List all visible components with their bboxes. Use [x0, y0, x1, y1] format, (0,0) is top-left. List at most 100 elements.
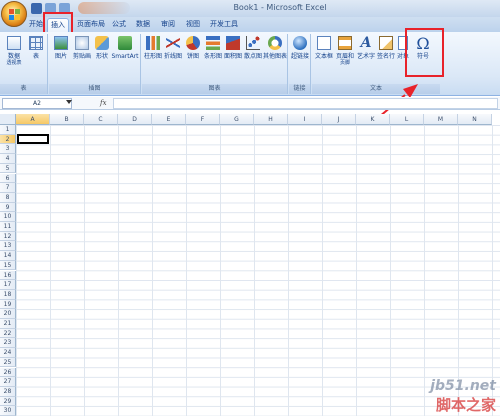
column-header-b[interactable]: B [50, 114, 84, 125]
row-header-23[interactable]: 23 [0, 338, 16, 349]
column-chart-label: 柱形图 [143, 53, 162, 60]
row-header-29[interactable]: 29 [0, 396, 16, 407]
group-illustrations: 图片 剪贴画 形状 SmartArt 插图 [49, 34, 141, 94]
wordart-icon: A [360, 35, 372, 51]
row-header-3[interactable]: 3 [0, 144, 16, 155]
pivot-table-button[interactable]: 数据 透视表 [3, 36, 25, 67]
area-chart-button[interactable]: 面积图 [223, 36, 243, 60]
group-tables-label: 表 [0, 84, 47, 94]
row-header-1[interactable]: 1 [0, 125, 16, 135]
column-header-d[interactable]: D [118, 114, 152, 125]
office-button[interactable] [1, 1, 27, 27]
group-text-label: 文本 [312, 84, 440, 94]
row-header-25[interactable]: 25 [0, 357, 16, 368]
row-header-2[interactable]: 2 [0, 134, 16, 145]
scatter-chart-label: 散点图 [243, 53, 262, 60]
column-header-a[interactable]: A [16, 114, 50, 125]
header-footer-sublabel: 页脚 [339, 60, 350, 66]
row-header-21[interactable]: 21 [0, 319, 16, 329]
row-header-22[interactable]: 22 [0, 328, 16, 339]
watermark: jb51.net 脚本之家 [430, 378, 496, 415]
column-header-c[interactable]: C [84, 114, 118, 125]
table-button[interactable]: 表 [26, 36, 46, 60]
row-header-14[interactable]: 14 [0, 251, 16, 261]
text-box-icon [317, 36, 331, 50]
column-header-m[interactable]: M [424, 114, 458, 125]
hyperlink-icon [293, 36, 307, 50]
line-chart-button[interactable]: 折线图 [163, 36, 183, 60]
column-header-j[interactable]: J [322, 114, 356, 125]
name-box-dropdown-icon[interactable] [66, 100, 72, 104]
hyperlink-label: 超链接 [290, 53, 309, 60]
row-header-30[interactable]: 30 [0, 406, 16, 416]
group-charts-label: 图表 [142, 84, 287, 94]
other-charts-button[interactable]: 其他图表 [263, 36, 287, 60]
signature-line-button[interactable]: 签名行 [376, 36, 396, 60]
row-header-12[interactable]: 12 [0, 231, 16, 242]
bar-chart-icon [206, 36, 220, 50]
tab-page-layout[interactable]: 页面布局 [76, 18, 106, 32]
area-chart-label: 面积图 [223, 53, 242, 60]
row-header-13[interactable]: 13 [0, 241, 16, 252]
select-all-button[interactable] [0, 114, 16, 125]
row-header-19[interactable]: 19 [0, 299, 16, 310]
column-header-k[interactable]: K [356, 114, 390, 125]
row-header-24[interactable]: 24 [0, 348, 16, 358]
line-chart-icon [166, 36, 180, 50]
column-header-i[interactable]: I [288, 114, 322, 125]
clip-art-button[interactable]: 剪贴画 [71, 36, 93, 60]
row-header-17[interactable]: 17 [0, 280, 16, 290]
column-header-n[interactable]: N [458, 114, 492, 125]
row-header-20[interactable]: 20 [0, 309, 16, 319]
column-header-h[interactable]: H [254, 114, 288, 125]
table-label: 表 [32, 53, 39, 60]
tab-formulas[interactable]: 公式 [110, 18, 128, 32]
row-header-15[interactable]: 15 [0, 260, 16, 271]
shapes-label: 形状 [95, 53, 108, 60]
row-header-4[interactable]: 4 [0, 154, 16, 164]
tab-developer[interactable]: 开发工具 [209, 18, 239, 32]
row-header-27[interactable]: 27 [0, 377, 16, 387]
row-header-26[interactable]: 26 [0, 367, 16, 378]
text-box-button[interactable]: 文本框 [314, 36, 334, 60]
column-chart-button[interactable]: 柱形图 [143, 36, 163, 60]
title-bar: Book1 - Microsoft Excel [0, 0, 500, 17]
other-charts-icon [268, 36, 282, 50]
row-header-11[interactable]: 11 [0, 222, 16, 232]
tab-view[interactable]: 视图 [184, 18, 202, 32]
name-box[interactable]: A2 [2, 98, 72, 109]
insert-function-icon[interactable]: fx [100, 98, 110, 109]
group-illustrations-label: 插图 [49, 84, 140, 94]
row-header-9[interactable]: 9 [0, 202, 16, 213]
column-header-f[interactable]: F [186, 114, 220, 125]
smartart-button[interactable]: SmartArt [111, 36, 139, 60]
excel-window: Book1 - Microsoft Excel 开始 插入 页面布局 公式 数据… [0, 0, 500, 416]
cell-grid[interactable] [16, 125, 500, 416]
office-logo-icon [9, 9, 20, 20]
picture-button[interactable]: 图片 [51, 36, 71, 60]
row-header-10[interactable]: 10 [0, 212, 16, 222]
header-footer-button[interactable]: 页眉和 页脚 [334, 36, 356, 67]
tab-data[interactable]: 数据 [134, 18, 152, 32]
hyperlink-button[interactable]: 超链接 [290, 36, 310, 60]
column-header-e[interactable]: E [152, 114, 186, 125]
formula-input[interactable] [113, 98, 498, 109]
row-header-7[interactable]: 7 [0, 183, 16, 193]
wordart-label: 艺术字 [356, 53, 375, 60]
tab-review[interactable]: 审阅 [159, 18, 177, 32]
area-chart-icon [226, 36, 240, 50]
row-header-28[interactable]: 28 [0, 386, 16, 397]
scatter-chart-button[interactable]: 散点图 [243, 36, 263, 60]
bar-chart-button[interactable]: 条形图 [203, 36, 223, 60]
row-header-8[interactable]: 8 [0, 192, 16, 203]
active-cell-a2[interactable] [17, 134, 49, 144]
wordart-button[interactable]: A 艺术字 [356, 36, 376, 60]
shapes-button[interactable]: 形状 [93, 36, 111, 60]
pie-chart-button[interactable]: 饼图 [183, 36, 203, 60]
column-header-l[interactable]: L [390, 114, 424, 125]
column-header-g[interactable]: G [220, 114, 254, 125]
row-header-5[interactable]: 5 [0, 163, 16, 174]
row-header-16[interactable]: 16 [0, 270, 16, 281]
row-header-6[interactable]: 6 [0, 173, 16, 184]
row-header-18[interactable]: 18 [0, 289, 16, 300]
